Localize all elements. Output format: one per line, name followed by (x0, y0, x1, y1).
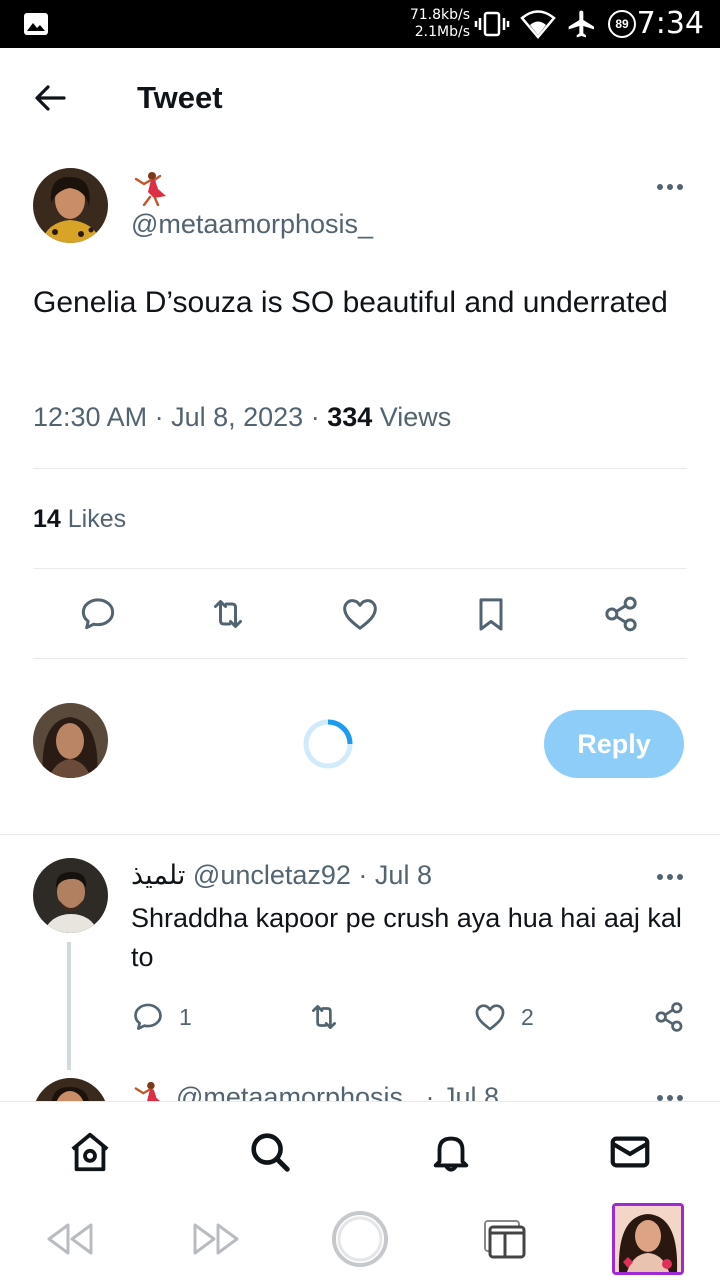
next-tweet-partial[interactable]: @metaamorphosis_ · Jul 8 (0, 1072, 720, 1102)
fast-forward-icon[interactable] (186, 1209, 246, 1269)
battery-icon: 89 (608, 10, 636, 38)
dancer-icon (134, 1081, 162, 1102)
browser-toolbar (0, 1199, 720, 1280)
profile-thumbnail[interactable] (612, 1203, 684, 1275)
current-user-avatar (33, 703, 108, 778)
reply-like-action[interactable]: 2 (473, 1000, 534, 1034)
home-icon[interactable] (66, 1128, 114, 1176)
reply-author-name[interactable]: تلمیذ (131, 860, 185, 891)
next-tweet-date: Jul 8 (442, 1082, 500, 1102)
reply-date: Jul 8 (374, 860, 432, 890)
bottom-navigation (0, 1101, 720, 1199)
reply-more-options-icon[interactable] (652, 867, 688, 887)
more-options-icon[interactable] (652, 177, 688, 197)
wifi-icon (520, 10, 556, 39)
share-icon (655, 1002, 683, 1032)
thread-connector-line (67, 942, 71, 1070)
notifications-bell-icon[interactable] (427, 1128, 475, 1176)
next-tweet-header: @metaamorphosis_ · Jul 8 (176, 1082, 499, 1102)
like-heart-icon[interactable] (338, 592, 382, 636)
author-handle[interactable]: @metaamorphosis_ (131, 209, 373, 240)
reply-header: تلمیذ @uncletaz92 · Jul 8 (131, 860, 432, 891)
share-icon[interactable] (599, 592, 643, 636)
reply-text: Shraddha kapoor pe crush aya hua hai aaj… (131, 903, 682, 972)
rewind-back-icon[interactable] (40, 1209, 100, 1269)
author-display-name-emoji[interactable] (132, 170, 168, 207)
page-title: Tweet (137, 80, 223, 115)
likes-link[interactable]: 14 Likes (33, 505, 126, 534)
top-app-bar: Tweet (0, 48, 720, 146)
reply-like-count: 2 (521, 1003, 534, 1030)
network-download-speed: 2.1Mb/s (414, 24, 470, 40)
tweet-text: Genelia D’souza is SO beautiful and unde… (33, 286, 668, 319)
divider (33, 568, 687, 569)
messages-envelope-icon[interactable] (606, 1128, 654, 1176)
reload-circle-icon[interactable] (330, 1209, 390, 1269)
reply-reply-count: 1 (179, 1003, 192, 1030)
views-label: Views (379, 402, 452, 432)
divider (33, 468, 687, 469)
status-icons: 89 (474, 8, 636, 40)
divider (0, 834, 720, 835)
tweet-date: Jul 8, 2023 (171, 402, 304, 432)
reply-share-action[interactable] (652, 1000, 686, 1034)
tabs-switcher-icon[interactable] (474, 1209, 534, 1269)
loading-spinner-icon (303, 719, 353, 769)
reply-author-avatar[interactable] (33, 858, 108, 933)
reply-icon[interactable] (76, 592, 120, 636)
likes-label: Likes (67, 505, 127, 533)
reply-button[interactable]: Reply (544, 710, 684, 778)
battery-level: 89 (615, 17, 629, 31)
vibrate-icon (474, 11, 510, 37)
likes-count: 14 (33, 505, 61, 533)
next-tweet-handle[interactable]: @metaamorphosis_ (176, 1082, 418, 1102)
network-speed: 71.8kb/s 2.1Mb/s (404, 7, 470, 41)
next-tweet-avatar[interactable] (33, 1078, 108, 1102)
gallery-notification-icon (24, 13, 48, 35)
view-count: 334 (327, 402, 373, 432)
author-avatar[interactable] (33, 168, 108, 243)
tweet-time: 12:30 AM (33, 402, 148, 432)
retweet-icon[interactable] (206, 592, 250, 636)
reply-retweet-action[interactable] (305, 1000, 343, 1034)
reply-author-handle[interactable]: @uncletaz92 (193, 860, 351, 890)
reply-icon (134, 1003, 162, 1030)
clock: 7:34 (636, 6, 704, 41)
bookmark-icon[interactable] (469, 592, 513, 636)
status-bar: 71.8kb/s 2.1Mb/s 89 7:34 (0, 0, 720, 48)
airplane-mode-icon (568, 10, 594, 38)
network-upload-speed: 71.8kb/s (409, 7, 470, 23)
search-icon[interactable] (246, 1128, 294, 1176)
tweet-meta: 12:30 AM · Jul 8, 2023 · 334 Views (33, 402, 452, 432)
back-arrow-icon[interactable] (30, 78, 70, 118)
dancer-icon (134, 172, 166, 207)
reply-reply-action[interactable]: 1 (131, 1000, 192, 1034)
next-tweet-more-options-icon[interactable] (652, 1088, 688, 1102)
divider (33, 658, 687, 659)
like-heart-icon (475, 1004, 505, 1031)
retweet-icon (312, 1005, 336, 1029)
